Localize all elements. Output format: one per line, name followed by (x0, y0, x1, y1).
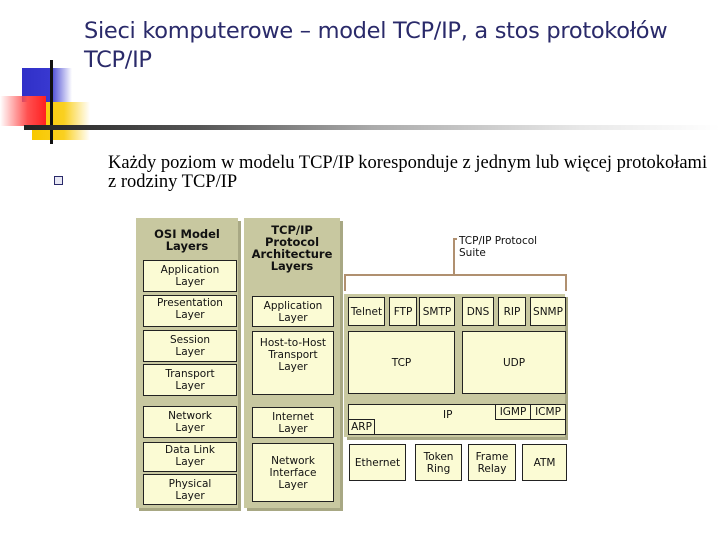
protocol-token-ring: Token Ring (415, 444, 462, 481)
decorative-vertical-line (50, 60, 53, 144)
protocol-icmp: ICMP (530, 404, 566, 420)
tcpip-diagram: OSI Model Layers Application Layer Prese… (130, 215, 570, 515)
bullet-text: Każdy poziom w modelu TCP/IP koresponduj… (108, 153, 708, 192)
protocol-ftp: FTP (389, 297, 417, 326)
tcpip-architecture-panel: TCP/IP Protocol Architecture Layers Appl… (244, 218, 340, 508)
osi-presentation-layer: Presentation Layer (143, 295, 237, 327)
suite-bracket-right (565, 274, 567, 291)
protocol-tcp: TCP (348, 331, 455, 394)
protocol-udp: UDP (462, 331, 566, 394)
square-bullet-icon (54, 176, 63, 185)
suite-bracket-left (344, 274, 346, 291)
title-divider-line (24, 125, 720, 130)
protocol-frame-relay: Frame Relay (468, 444, 516, 481)
tcpip-application-layer: Application Layer (252, 296, 334, 327)
suite-label: TCP/IP Protocol Suite (459, 235, 538, 259)
suite-bracket-tick (453, 238, 457, 240)
protocol-snmp: SNMP (530, 297, 566, 326)
osi-data-link-layer: Data Link Layer (143, 442, 237, 472)
protocol-smtp: SMTP (419, 297, 455, 326)
protocol-arp: ARP (348, 419, 375, 435)
osi-transport-layer: Transport Layer (143, 364, 237, 396)
osi-application-layer: Application Layer (143, 260, 237, 292)
osi-network-layer: Network Layer (143, 406, 237, 438)
protocol-rip: RIP (498, 297, 526, 326)
osi-model-panel: OSI Model Layers Application Layer Prese… (136, 218, 238, 508)
protocol-igmp: IGMP (495, 404, 531, 420)
tcpip-heading: TCP/IP Protocol Architecture Layers (251, 223, 333, 273)
osi-heading: OSI Model Layers (154, 227, 220, 253)
suite-bracket (344, 274, 567, 276)
tcpip-internet-layer: Internet Layer (252, 407, 334, 438)
osi-session-layer: Session Layer (143, 330, 237, 362)
protocol-suite-panel: Telnet FTP SMTP DNS RIP SNMP TCP UDP IP … (344, 294, 566, 437)
tcpip-network-interface-layer: Network Interface Layer (252, 443, 334, 502)
decorative-red-square (0, 96, 46, 126)
suite-bracket-stem (453, 238, 455, 275)
protocol-ethernet: Ethernet (349, 444, 406, 481)
protocol-dns: DNS (462, 297, 494, 326)
slide-title: Sieci komputerowe – model TCP/IP, a stos… (84, 18, 668, 73)
protocol-ip-label: IP (443, 409, 453, 421)
protocol-atm: ATM (522, 444, 567, 481)
osi-physical-layer: Physical Layer (143, 474, 237, 505)
protocol-telnet: Telnet (348, 297, 385, 326)
tcpip-host-to-host-transport-layer: Host-to-Host Transport Layer (252, 331, 334, 395)
